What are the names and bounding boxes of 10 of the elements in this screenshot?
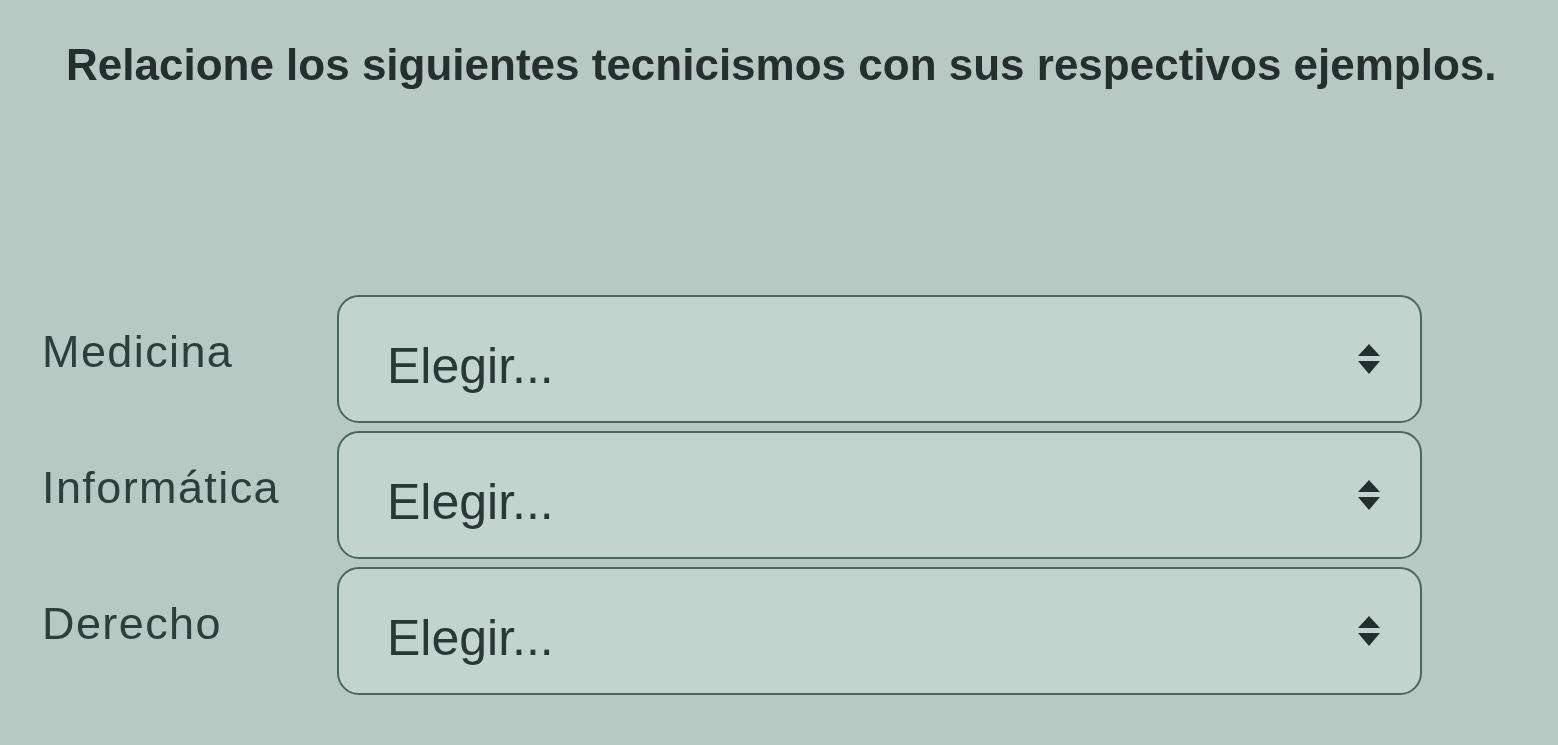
up-down-caret-icon <box>1358 344 1380 374</box>
term-label: Medicina <box>42 326 234 378</box>
dropdown[interactable]: Elegir... <box>337 567 1422 695</box>
up-down-caret-icon <box>1358 616 1380 646</box>
term-label: Derecho <box>42 598 222 650</box>
dropdown[interactable]: Elegir... <box>337 295 1422 423</box>
dropdown[interactable]: Elegir... <box>337 431 1422 559</box>
question-text: Relacione los siguientes tecnicismos con sus respectivos ejemplos. <box>66 40 1497 90</box>
term-label: Informática <box>42 462 280 514</box>
up-down-caret-icon <box>1358 480 1380 510</box>
